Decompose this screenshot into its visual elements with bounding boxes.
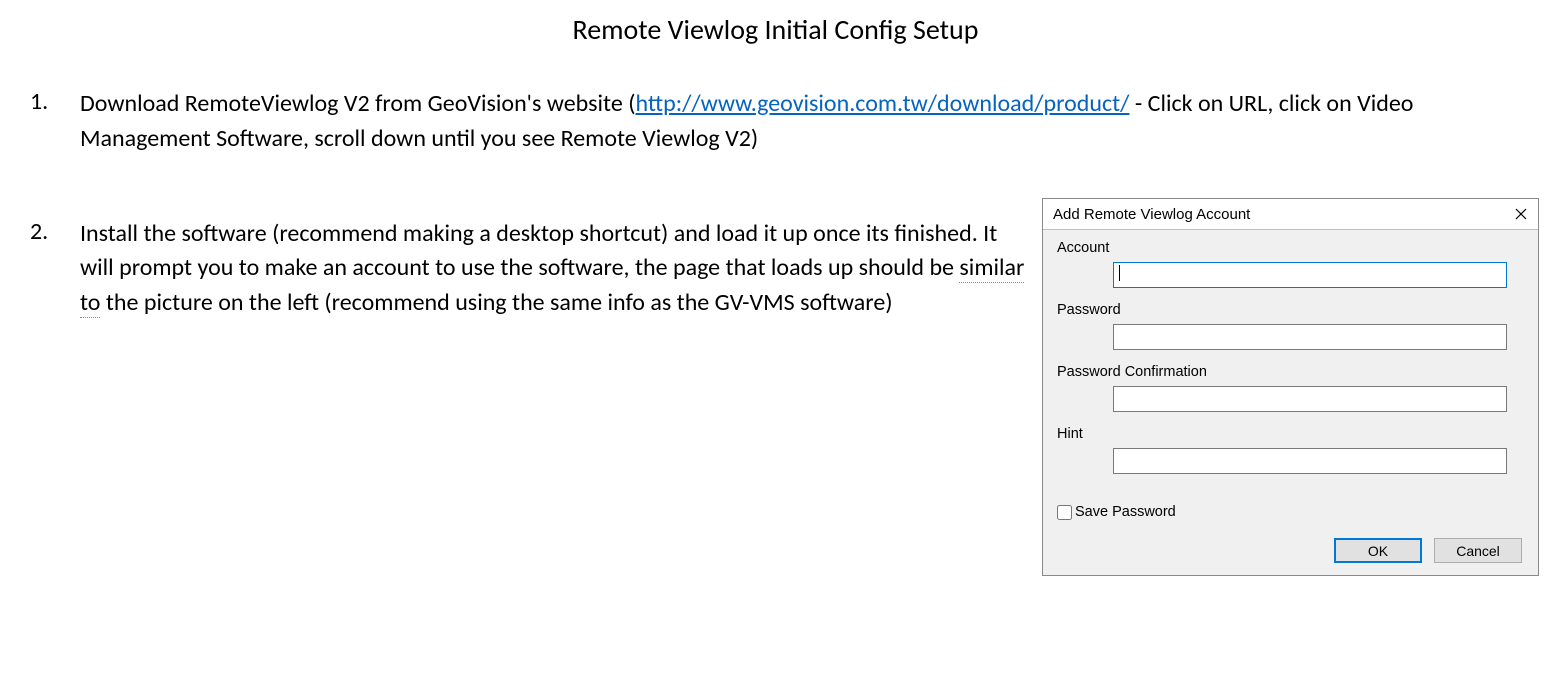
step-2-number: 2. xyxy=(20,217,80,321)
step-1-number: 1. xyxy=(20,87,80,157)
password-input[interactable] xyxy=(1113,324,1507,350)
hint-input[interactable] xyxy=(1113,448,1507,474)
step-2-text-post: the picture on the left (recommend using… xyxy=(100,288,892,317)
close-icon[interactable] xyxy=(1512,205,1530,223)
cancel-button[interactable]: Cancel xyxy=(1434,538,1522,563)
account-label: Account xyxy=(1057,240,1524,256)
password-confirm-label: Password Confirmation xyxy=(1057,364,1524,380)
add-account-dialog: Add Remote Viewlog Account Account Passw… xyxy=(1042,198,1539,576)
dialog-titlebar: Add Remote Viewlog Account xyxy=(1043,199,1538,230)
step-2-text-pre: Install the software (recommend making a… xyxy=(80,219,997,283)
download-link[interactable]: http://www.geovision.com.tw/download/pro… xyxy=(635,89,1129,118)
text-caret xyxy=(1119,265,1120,281)
page-title: Remote Viewlog Initial Config Setup xyxy=(0,0,1551,57)
save-password-checkbox[interactable] xyxy=(1057,505,1072,520)
password-label: Password xyxy=(1057,302,1524,318)
step-1-text-pre: Download RemoteViewlog V2 from GeoVision… xyxy=(80,89,635,118)
dialog-title: Add Remote Viewlog Account xyxy=(1053,206,1250,223)
ok-button[interactable]: OK xyxy=(1334,538,1422,563)
step-1: 1. Download RemoteViewlog V2 from GeoVis… xyxy=(20,87,1531,157)
save-password-label: Save Password xyxy=(1075,504,1176,520)
account-input[interactable] xyxy=(1113,262,1507,288)
hint-label: Hint xyxy=(1057,426,1524,442)
password-confirm-input[interactable] xyxy=(1113,386,1507,412)
